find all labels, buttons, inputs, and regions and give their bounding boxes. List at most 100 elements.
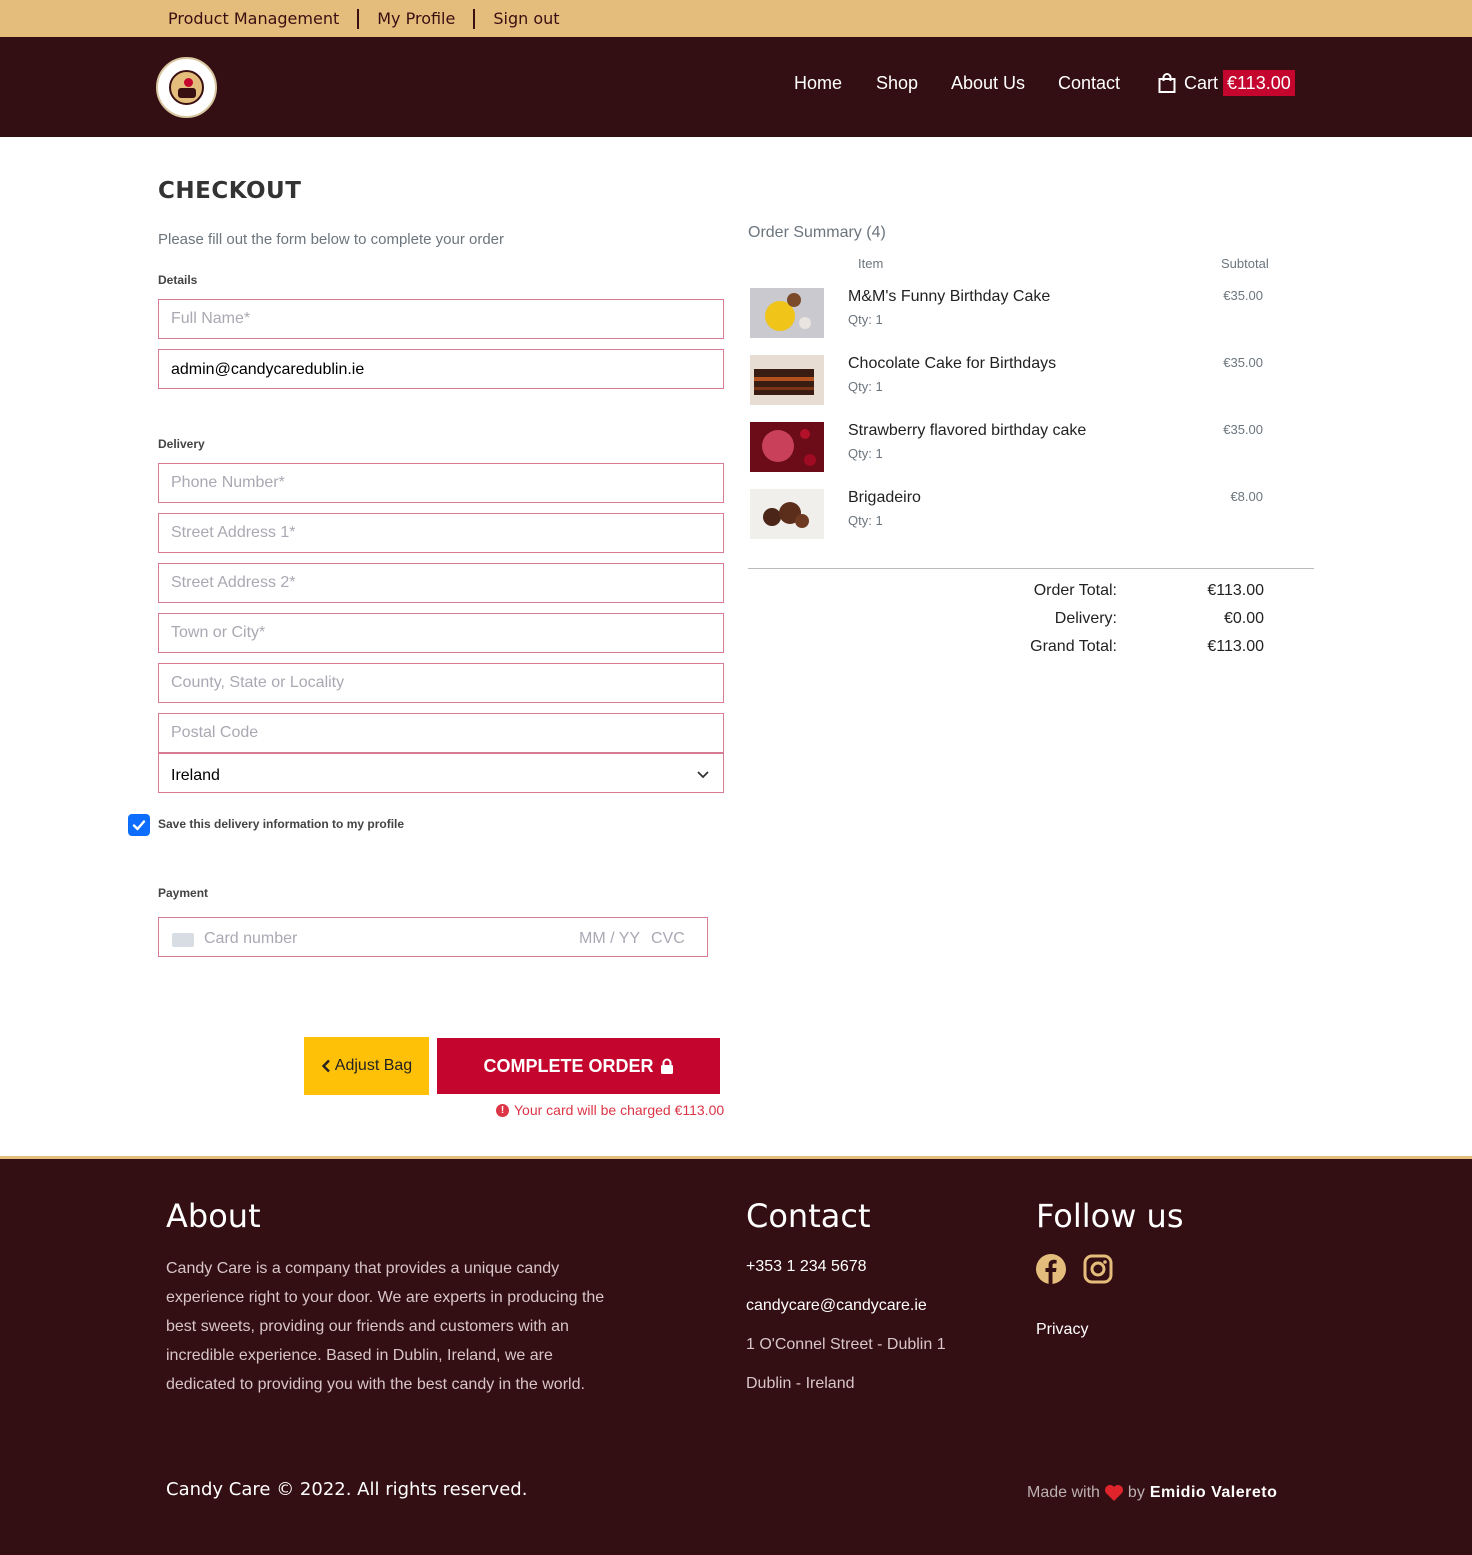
delivery-label: Delivery: [158, 437, 205, 451]
item-name: Strawberry flavored birthday cake: [848, 422, 1087, 439]
chevron-down-icon: [697, 771, 709, 779]
privacy-link[interactable]: Privacy: [1036, 1321, 1088, 1339]
full-name-field: [158, 299, 724, 339]
nav-about[interactable]: About Us: [951, 73, 1025, 94]
product-image: [750, 355, 824, 405]
made-with: Made with by Emidio Valereto: [1027, 1484, 1277, 1502]
phone-field: [158, 463, 724, 503]
postcode-input[interactable]: [159, 714, 723, 752]
item-name: M&M's Funny Birthday Cake: [848, 288, 1051, 305]
checkmark-icon: [132, 820, 146, 831]
cart-total-badge[interactable]: €113.00: [1223, 70, 1295, 96]
street1-input[interactable]: [159, 514, 723, 552]
grand-total-label: Grand Total:: [1030, 638, 1117, 655]
address-line-1: 1 O'Connel Street - Dublin 1: [746, 1336, 946, 1353]
shopping-bag-icon[interactable]: [1158, 73, 1176, 93]
divider: [357, 8, 360, 29]
street2-input[interactable]: [159, 564, 723, 602]
my-profile-link[interactable]: My Profile: [377, 9, 455, 28]
sign-out-link[interactable]: Sign out: [493, 9, 559, 28]
street2-field: [158, 563, 724, 603]
save-info-checkbox[interactable]: [128, 814, 150, 836]
town-field: [158, 613, 724, 653]
page-title: CHECKOUT: [158, 178, 302, 204]
item-price: €35.00: [1223, 288, 1263, 303]
county-field: [158, 663, 724, 703]
site-footer: About Candy Care is a company that provi…: [0, 1156, 1472, 1555]
item-qty: Qty: 1: [848, 312, 883, 327]
contact-heading: Contact: [746, 1197, 871, 1235]
item-name: Brigadeiro: [848, 489, 921, 506]
summary-item: Brigadeiro Qty: 1 €8.00: [748, 489, 1314, 549]
summary-item: M&M's Funny Birthday Cake Qty: 1 €35.00: [748, 288, 1314, 348]
nav-contact[interactable]: Contact: [1058, 73, 1120, 94]
nav-shop[interactable]: Shop: [876, 73, 918, 94]
delivery-cost-label: Delivery:: [1054, 610, 1117, 627]
nav-home[interactable]: Home: [794, 73, 842, 94]
divider: [473, 8, 476, 29]
complete-order-button[interactable]: COMPLETE ORDER: [437, 1038, 720, 1094]
adjust-bag-label: Adjust Bag: [334, 1057, 413, 1074]
summary-item: Strawberry flavored birthday cake Qty: 1…: [748, 422, 1314, 482]
main-nav: Home Shop About Us Contact Cart €113.00: [0, 37, 1472, 137]
subtotal-column-header: Subtotal: [1221, 256, 1269, 271]
item-qty: Qty: 1: [848, 379, 883, 394]
item-qty: Qty: 1: [848, 513, 883, 528]
country-value: Ireland: [171, 767, 220, 784]
phone-input[interactable]: [159, 464, 723, 502]
author-name[interactable]: Emidio Valereto: [1150, 1484, 1278, 1502]
country-select[interactable]: Ireland: [158, 753, 724, 793]
item-price: €35.00: [1223, 355, 1263, 370]
grand-total-value: €113.00: [1207, 638, 1264, 655]
about-text: Candy Care is a company that provides a …: [166, 1260, 605, 1393]
charge-note: ! Your card will be charged €113.00: [496, 1102, 724, 1118]
card-exp-placeholder: MM / YY: [579, 930, 641, 947]
instagram-icon[interactable]: [1083, 1254, 1113, 1284]
item-price: €35.00: [1223, 422, 1263, 437]
copyright: Candy Care © 2022. All rights reserved.: [166, 1479, 528, 1500]
payment-label: Payment: [158, 886, 209, 900]
charge-note-text: Your card will be charged €113.00: [514, 1102, 725, 1118]
town-input[interactable]: [159, 614, 723, 652]
item-price: €8.00: [1230, 489, 1263, 504]
adjust-bag-button[interactable]: Adjust Bag: [304, 1037, 429, 1095]
summary-divider: [748, 568, 1314, 569]
product-image: [750, 489, 824, 539]
county-input[interactable]: [159, 664, 723, 702]
about-heading: About: [166, 1197, 261, 1235]
credit-card-icon: [172, 933, 194, 947]
order-summary-title: Order Summary (4): [748, 224, 886, 241]
postcode-field: [158, 713, 724, 753]
facebook-icon[interactable]: [1036, 1254, 1066, 1284]
order-total-value: €113.00: [1207, 582, 1264, 599]
product-image: [750, 422, 824, 472]
summary-item: Chocolate Cake for Birthdays Qty: 1 €35.…: [748, 355, 1314, 415]
nav-cart[interactable]: Cart: [1184, 73, 1218, 94]
address-line-2: Dublin - Ireland: [746, 1375, 855, 1392]
account-links: Product Management My Profile Sign out: [168, 0, 560, 37]
item-column-header: Item: [858, 256, 884, 271]
checkout-lead: Please fill out the form below to comple…: [158, 231, 505, 248]
order-total-label: Order Total:: [1033, 582, 1117, 599]
card-number-placeholder: Card number: [204, 930, 298, 947]
contact-phone-link[interactable]: +353 1 234 5678: [746, 1258, 867, 1276]
lock-icon: [660, 1058, 673, 1074]
top-bar: Product Management My Profile Sign out: [0, 0, 1472, 37]
details-label: Details: [158, 273, 198, 287]
contact-email-link[interactable]: candycare@candycare.ie: [746, 1297, 927, 1315]
email-field: admin@candycaredublin.ie: [158, 349, 724, 389]
card-element[interactable]: Card number MM / YY CVC: [158, 917, 708, 957]
complete-order-label: COMPLETE ORDER: [483, 1055, 654, 1076]
email-input[interactable]: admin@candycaredublin.ie: [159, 350, 723, 388]
exclamation-icon: !: [496, 1103, 509, 1117]
full-name-input[interactable]: [159, 300, 723, 338]
product-image: [750, 288, 824, 338]
card-cvc-placeholder: CVC: [651, 930, 685, 947]
product-management-link[interactable]: Product Management: [168, 9, 339, 28]
item-name: Chocolate Cake for Birthdays: [848, 355, 1057, 372]
delivery-cost-value: €0.00: [1223, 610, 1264, 627]
made-with-text: Made with: [1027, 1484, 1100, 1501]
street1-field: [158, 513, 724, 553]
chevron-left-icon: [321, 1059, 330, 1073]
save-info-label[interactable]: Save this delivery information to my pro…: [158, 817, 404, 831]
